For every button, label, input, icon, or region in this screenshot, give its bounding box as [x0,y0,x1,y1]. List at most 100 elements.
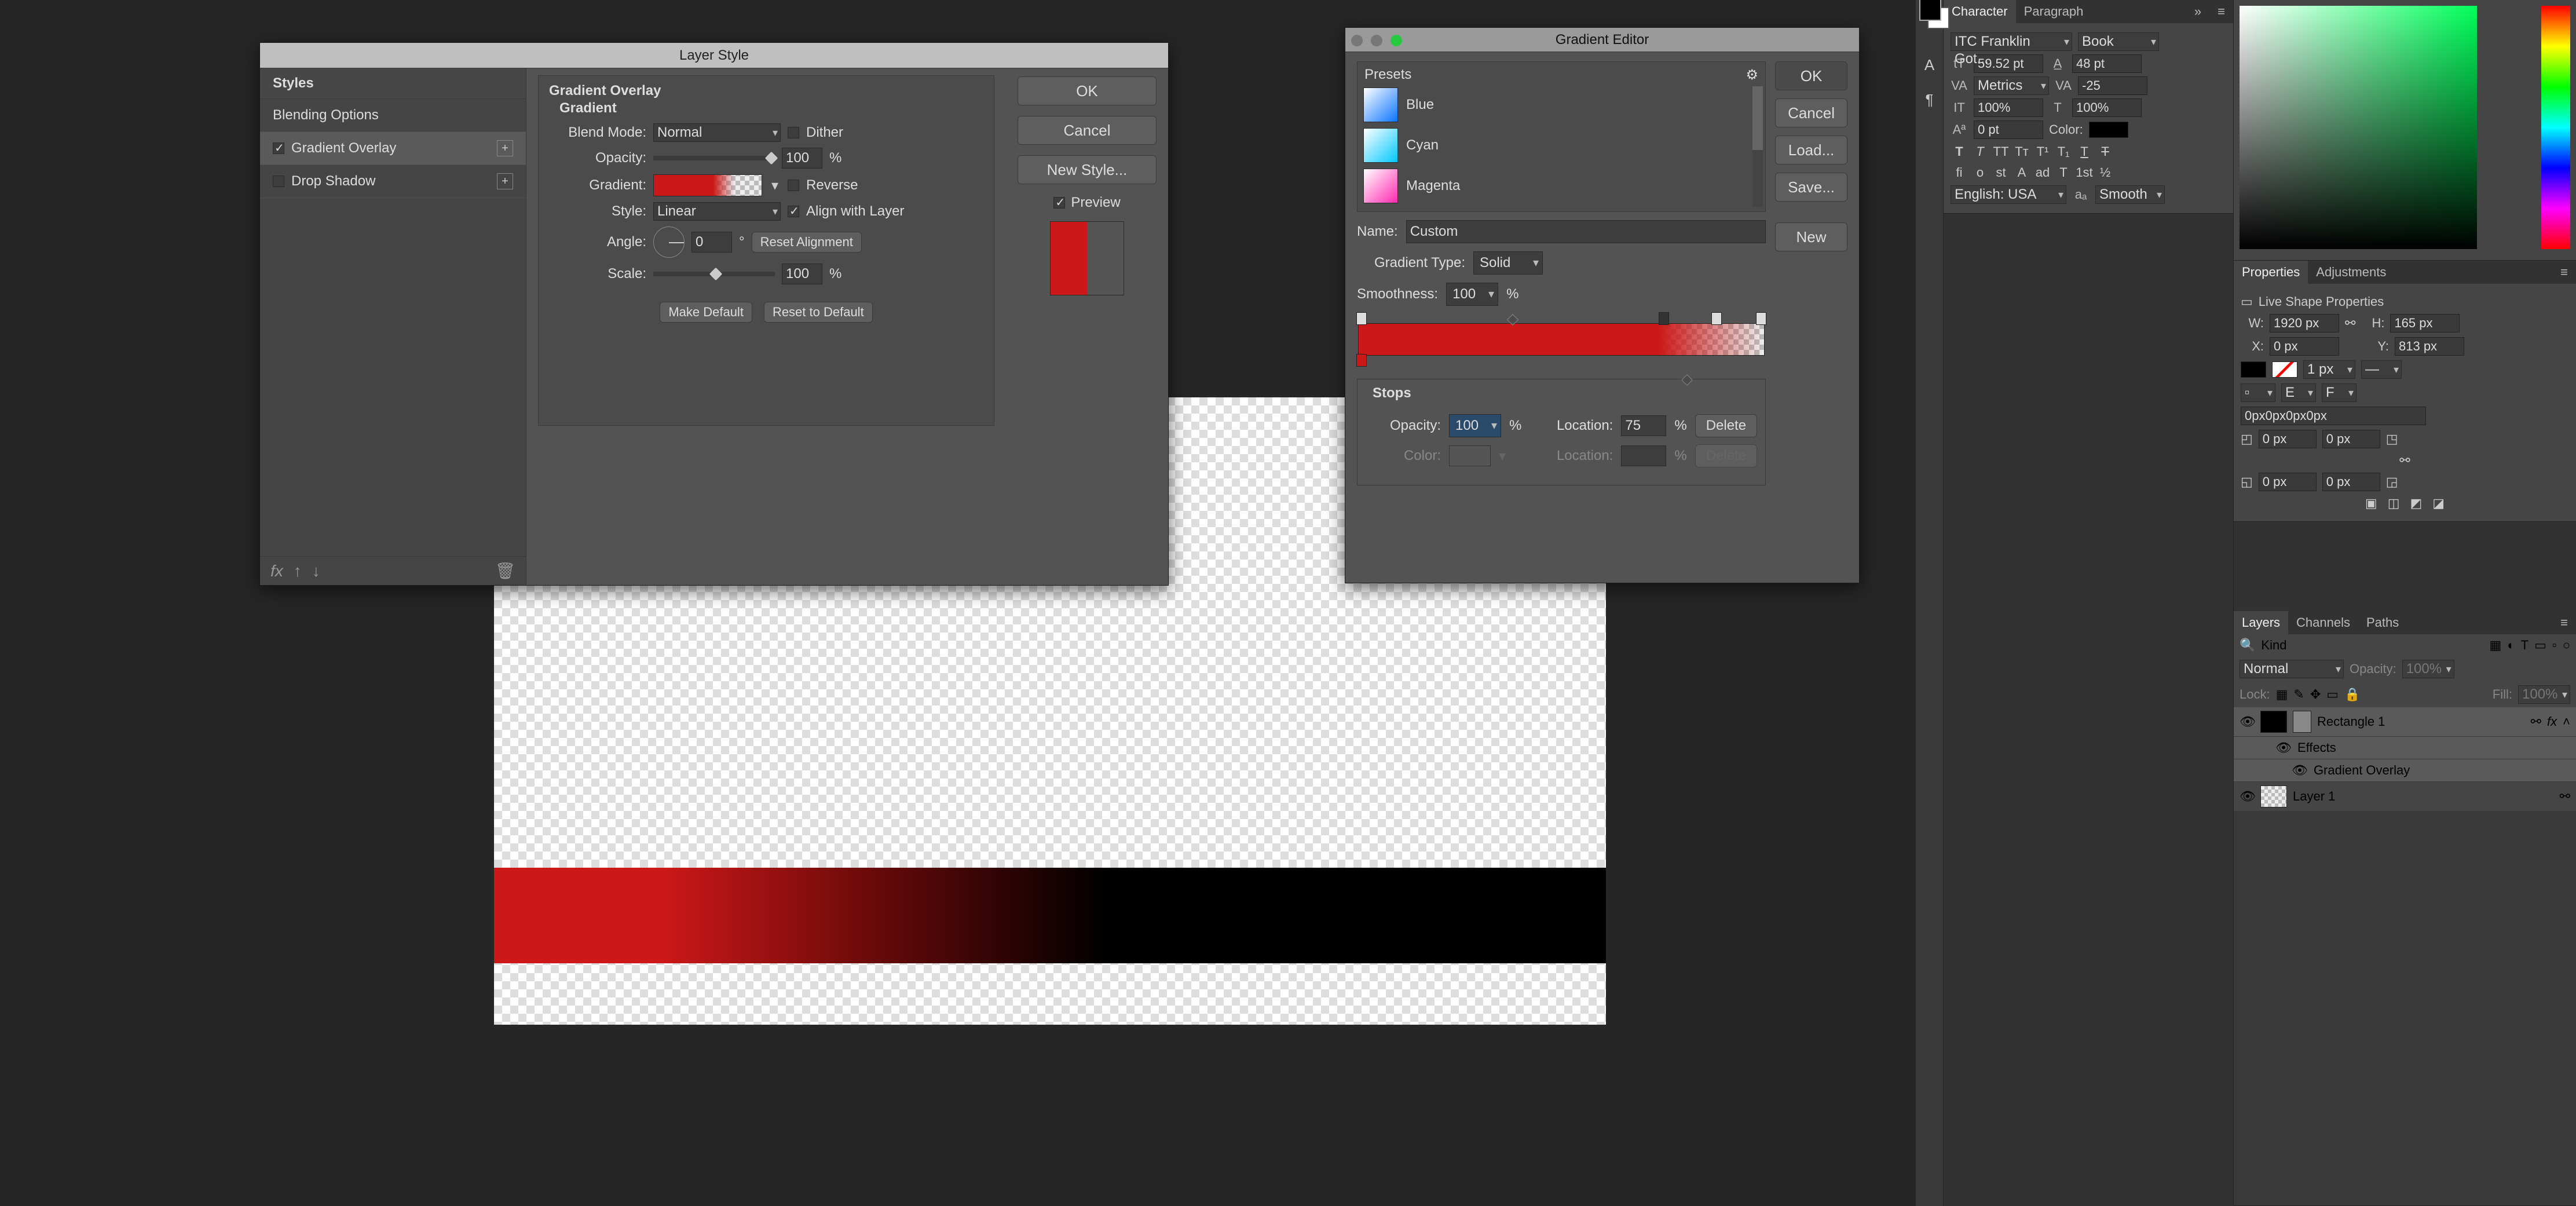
fx-visibility-icon[interactable]: 👁 [2275,740,2292,755]
stylistic-icon[interactable]: st [1992,165,2010,181]
stroke-align-select[interactable]: ▫ [2241,383,2275,402]
add-gradient-overlay-icon[interactable]: + [497,140,513,156]
layer-effect-gradient-overlay[interactable]: 👁 Gradient Overlay [2234,759,2576,782]
effect-visibility-icon[interactable]: 👁 [2292,763,2308,778]
opacity-stop-75[interactable] [1659,312,1669,325]
fractions-icon[interactable]: T [2055,165,2072,181]
lock-artboard-icon[interactable]: ▭ [2326,687,2339,702]
link-icon-2[interactable]: ⚯ [2560,789,2570,804]
lock-paint-icon[interactable]: ✎ [2293,687,2304,702]
baseline-input[interactable] [1974,120,2043,139]
h-input[interactable] [2390,314,2460,332]
opacity-midpoint[interactable] [1507,314,1518,326]
filter-pixel-icon[interactable]: ▦ [2490,638,2502,653]
ge-cancel-button[interactable]: Cancel [1775,98,1847,127]
opacity-stop-88[interactable] [1711,312,1722,325]
preset-magenta[interactable]: Magenta [1363,167,1749,204]
reset-alignment-button[interactable]: Reset Alignment [752,232,862,253]
stop-location1-input[interactable] [1621,415,1666,436]
text-color-swatch[interactable] [2089,122,2128,138]
layers-menu-icon[interactable]: ≡ [2552,611,2576,634]
paths-tab[interactable]: Paths [2358,611,2407,634]
gradient-swatch[interactable] [653,174,762,196]
corners-combined-input[interactable] [2241,407,2426,425]
preset-cyan[interactable]: Cyan [1363,127,1749,164]
gradient-flyout-icon[interactable]: ▾ [769,177,781,194]
font-weight-select[interactable]: Book [2078,32,2159,51]
stroke-swatch[interactable] [2272,361,2297,378]
visibility-icon[interactable]: 👁 [2240,714,2255,729]
angle-dial[interactable] [653,226,685,258]
corner-bl-input[interactable] [2259,473,2317,491]
corner-tr-input[interactable] [2322,430,2380,448]
name-input[interactable] [1406,220,1766,243]
scale-input[interactable] [782,264,822,284]
filter-smart-icon[interactable]: ▫ [2552,638,2557,653]
layer-rectangle1[interactable]: 👁 Rectangle 1 ⚯ fx ˄ [2234,707,2576,737]
color-field[interactable] [2240,6,2477,249]
fill-swatch[interactable] [2241,361,2266,378]
filter-toggle-icon[interactable]: ○ [2563,638,2570,653]
kerning-select[interactable]: Metrics [1974,76,2049,95]
cancel-button[interactable]: Cancel [1018,116,1157,145]
link-icon[interactable]: ⚯ [2345,316,2355,331]
stroke-caps-select[interactable]: E [2281,383,2316,402]
filter-adjust-icon[interactable]: ◐ [2507,638,2515,653]
tracking-input[interactable] [2078,76,2147,95]
italic-icon[interactable]: T [1971,144,1989,160]
pathop-exclude-icon[interactable]: ◪ [2432,496,2445,511]
visibility-icon-2[interactable]: 👁 [2240,789,2255,804]
link-corners-icon[interactable]: ⚯ [2399,453,2410,468]
reverse-checkbox[interactable] [788,180,799,191]
preview-checkbox[interactable] [1053,197,1065,209]
corner-tl-input[interactable] [2259,430,2317,448]
blend-mode-select[interactable]: Normal [653,123,781,142]
leading-input[interactable] [2072,54,2142,73]
antialias-select[interactable]: Smooth [2095,185,2165,204]
fx-badge[interactable]: fx [2547,714,2557,729]
vscale-input[interactable] [1974,98,2043,117]
preset-blue[interactable]: Blue [1363,86,1749,123]
gradient-overlay-row[interactable]: Gradient Overlay + [260,132,526,165]
adjustments-tab[interactable]: Adjustments [2308,261,2394,284]
lock-all-icon[interactable]: 🔒 [2344,687,2360,702]
lock-pos-icon[interactable]: ✥ [2310,687,2321,702]
filter-kind-icon[interactable]: 🔍 [2240,638,2255,653]
allcaps-icon[interactable]: TT [1992,144,2010,160]
collapse-icon[interactable]: » [2186,0,2209,23]
add-drop-shadow-icon[interactable]: + [497,173,513,189]
layers-opacity-input[interactable]: 100% [2402,660,2454,678]
color-stop-left[interactable] [1356,354,1367,367]
opacity-stop-right[interactable] [1756,312,1766,325]
language-select[interactable]: English: USA [1951,185,2066,204]
pathop-intersect-icon[interactable]: ◩ [2410,496,2423,511]
fill-input[interactable]: 100% [2518,685,2570,704]
layers-tab[interactable]: Layers [2234,611,2288,634]
hscale-input[interactable] [2072,98,2142,117]
reset-default-button[interactable]: Reset to Default [764,302,873,323]
layer-effects[interactable]: 👁 Effects [2234,737,2576,759]
blending-options-row[interactable]: Blending Options [260,99,526,132]
smoothness-input[interactable]: 100 [1446,283,1498,306]
smallcaps-icon[interactable]: Tᴛ [2013,144,2030,160]
drop-shadow-checkbox[interactable] [273,176,284,187]
ordinal-icon[interactable]: 1st [2076,165,2093,181]
traffic-max-icon[interactable] [1391,35,1402,46]
scale-slider[interactable] [653,272,775,276]
stroke-style-select[interactable]: — [2361,360,2402,379]
bold-icon[interactable]: T [1951,144,1968,160]
expand-icon[interactable]: ˄ [2563,714,2570,729]
fgbg-swatch-icon[interactable] [1919,0,1952,31]
stroke-corners-select[interactable]: F [2322,383,2357,402]
opacity-slider[interactable] [653,156,775,160]
fx-icon[interactable]: fx [270,562,283,580]
hue-slider[interactable] [2541,6,2570,249]
presets-scrollbar[interactable] [1752,86,1763,207]
ok-button[interactable]: OK [1018,76,1157,105]
superscript-icon[interactable]: T¹ [2034,144,2051,160]
new-style-button[interactable]: New Style... [1018,155,1157,184]
ge-load-button[interactable]: Load... [1775,136,1847,165]
fraction-icon[interactable]: ½ [2096,165,2114,181]
stop-opacity-input[interactable]: 100 [1449,414,1501,437]
ordinals-icon[interactable]: ad [2034,165,2051,181]
